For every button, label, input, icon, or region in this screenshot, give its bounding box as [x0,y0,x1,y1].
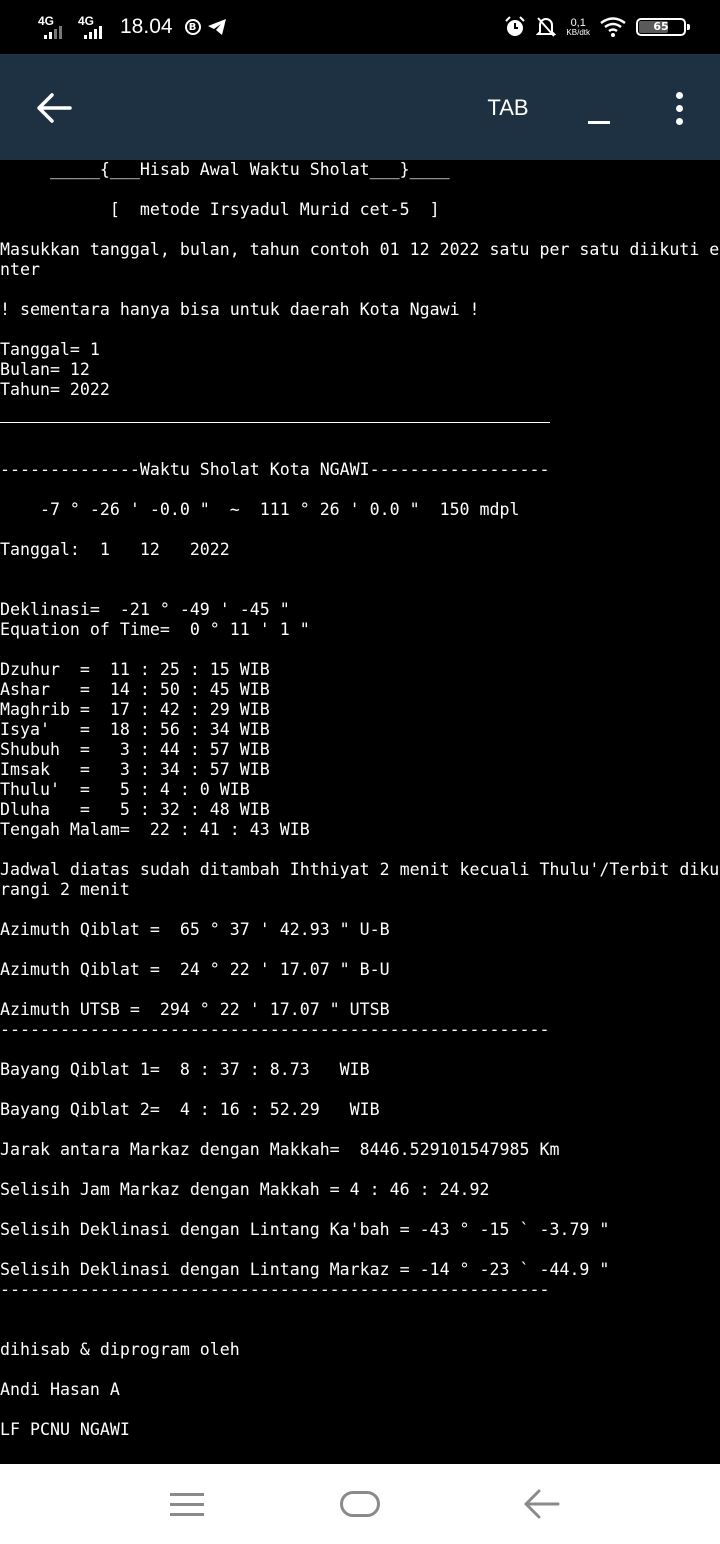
dash-separator: ----------------------------------------… [0,1280,550,1299]
separator-rule [0,420,720,440]
header-title: _____{___Hisab Awal Waktu Sholat___}____ [0,160,450,179]
prayer-time-row: Imsak = 3 : 34 : 57 WIB [0,760,270,779]
wifi-icon [600,17,626,37]
bayang-qiblat-2: Bayang Qiblat 2= 4 : 16 : 52.29 WIB [0,1100,380,1119]
alarm-icon [505,16,526,36]
signal-4g-icon-2: 4G [78,12,112,42]
b-app-icon: B [184,19,201,35]
more-options-icon[interactable] [664,88,694,128]
input-tahun: Tahun= 2022 [0,380,110,399]
network-speed-unit: KB/dtk [566,27,590,37]
azimuth-qiblat-bu: Azimuth Qiblat = 24 ° 22 ' 17.07 " B-U [0,960,390,979]
dash-separator: ----------------------------------------… [0,1020,550,1039]
network-speed: 0,1 KB/dtk [566,16,590,37]
home-icon[interactable] [340,1491,380,1517]
prayer-time-row: Dzuhur = 11 : 25 : 15 WIB [0,660,270,679]
selisih-deklinasi-markaz: Selisih Deklinasi dengan Lintang Markaz … [0,1260,610,1279]
selisih-deklinasi-kabah: Selisih Deklinasi dengan Lintang Ka'bah … [0,1220,610,1239]
coordinates: -7 ° -26 ' -0.0 " ~ 111 ° 26 ' 0.0 " 150… [0,500,520,519]
prayer-time-row: Maghrib = 17 : 42 : 29 WIB [0,700,270,719]
credit-author: Andi Hasan A [0,1380,120,1399]
system-nav-bar [0,1464,720,1544]
terminal-toolbar: TAB [0,54,720,160]
bayang-qiblat-1: Bayang Qiblat 1= 8 : 37 : 8.73 WIB [0,1060,370,1079]
input-prompt: Masukkan tanggal, bulan, tahun contoh 01… [0,240,720,279]
section-title: --------------Waktu Sholat Kota NGAWI---… [0,460,550,479]
status-clock: 18.04 [120,15,173,38]
battery-level: 65 [653,20,669,33]
network-speed-value: 0,1 [570,16,586,29]
mute-bell-icon [536,17,557,37]
input-tanggal: Tanggal= 1 [0,340,100,359]
prayer-time-row: Ashar = 14 : 50 : 45 WIB [0,680,270,699]
status-bar: 4G 4G 18.04 B 0,1 KB/dtk 65 [0,0,720,54]
underscore-icon [588,121,610,124]
azimuth-utsb: Azimuth UTSB = 294 ° 22 ' 17.07 " UTSB [0,1000,390,1019]
prayer-time-row: Thulu' = 5 : 4 : 0 WIB [0,780,250,799]
credit-org: LF PCNU NGAWI [0,1420,130,1439]
equation-of-time: Equation of Time= 0 ° 11 ' 1 " [0,620,310,639]
signal-4g-icon-1: 4G [38,12,72,42]
area-note: ! sementara hanya bisa untuk daerah Kota… [0,300,480,319]
nav-back-icon[interactable] [522,1486,562,1522]
ihthiyat-note: Jadwal diatas sudah ditambah Ihthiyat 2 … [0,860,720,899]
header-method: [ metode Irsyadul Murid cet-5 ] [0,200,440,219]
date-line: Tanggal: 1 12 2022 [0,540,230,559]
deklinasi: Deklinasi= -21 ° -49 ' -45 " [0,600,290,619]
battery-icon: 65 [636,18,690,36]
underscore-key-button[interactable] [582,88,616,128]
jarak-makkah: Jarak antara Markaz dengan Makkah= 8446.… [0,1140,560,1159]
recent-apps-icon[interactable] [170,1488,206,1520]
selisih-jam: Selisih Jam Markaz dengan Makkah = 4 : 4… [0,1180,490,1199]
tab-key-button[interactable]: TAB [472,88,544,128]
prayer-time-row: Tengah Malam= 22 : 41 : 43 WIB [0,820,310,839]
input-bulan: Bulan= 12 [0,360,90,379]
status-bar-right: 0,1 KB/dtk 65 [504,10,690,44]
status-bar-left: 4G 4G 18.04 B [38,10,227,44]
azimuth-qiblat-ub: Azimuth Qiblat = 65 ° 37 ' 42.93 " U-B [0,920,390,939]
prayer-time-row: Isya' = 18 : 56 : 34 WIB [0,720,270,739]
back-arrow-icon[interactable] [34,88,74,128]
prayer-time-row: Dluha = 5 : 32 : 48 WIB [0,800,270,819]
telegram-icon [207,19,226,35]
terminal-output[interactable]: _____{___Hisab Awal Waktu Sholat___}____… [0,160,720,1464]
credit-line: dihisab & diprogram oleh [0,1340,240,1359]
prayer-time-row: Shubuh = 3 : 44 : 57 WIB [0,740,270,759]
